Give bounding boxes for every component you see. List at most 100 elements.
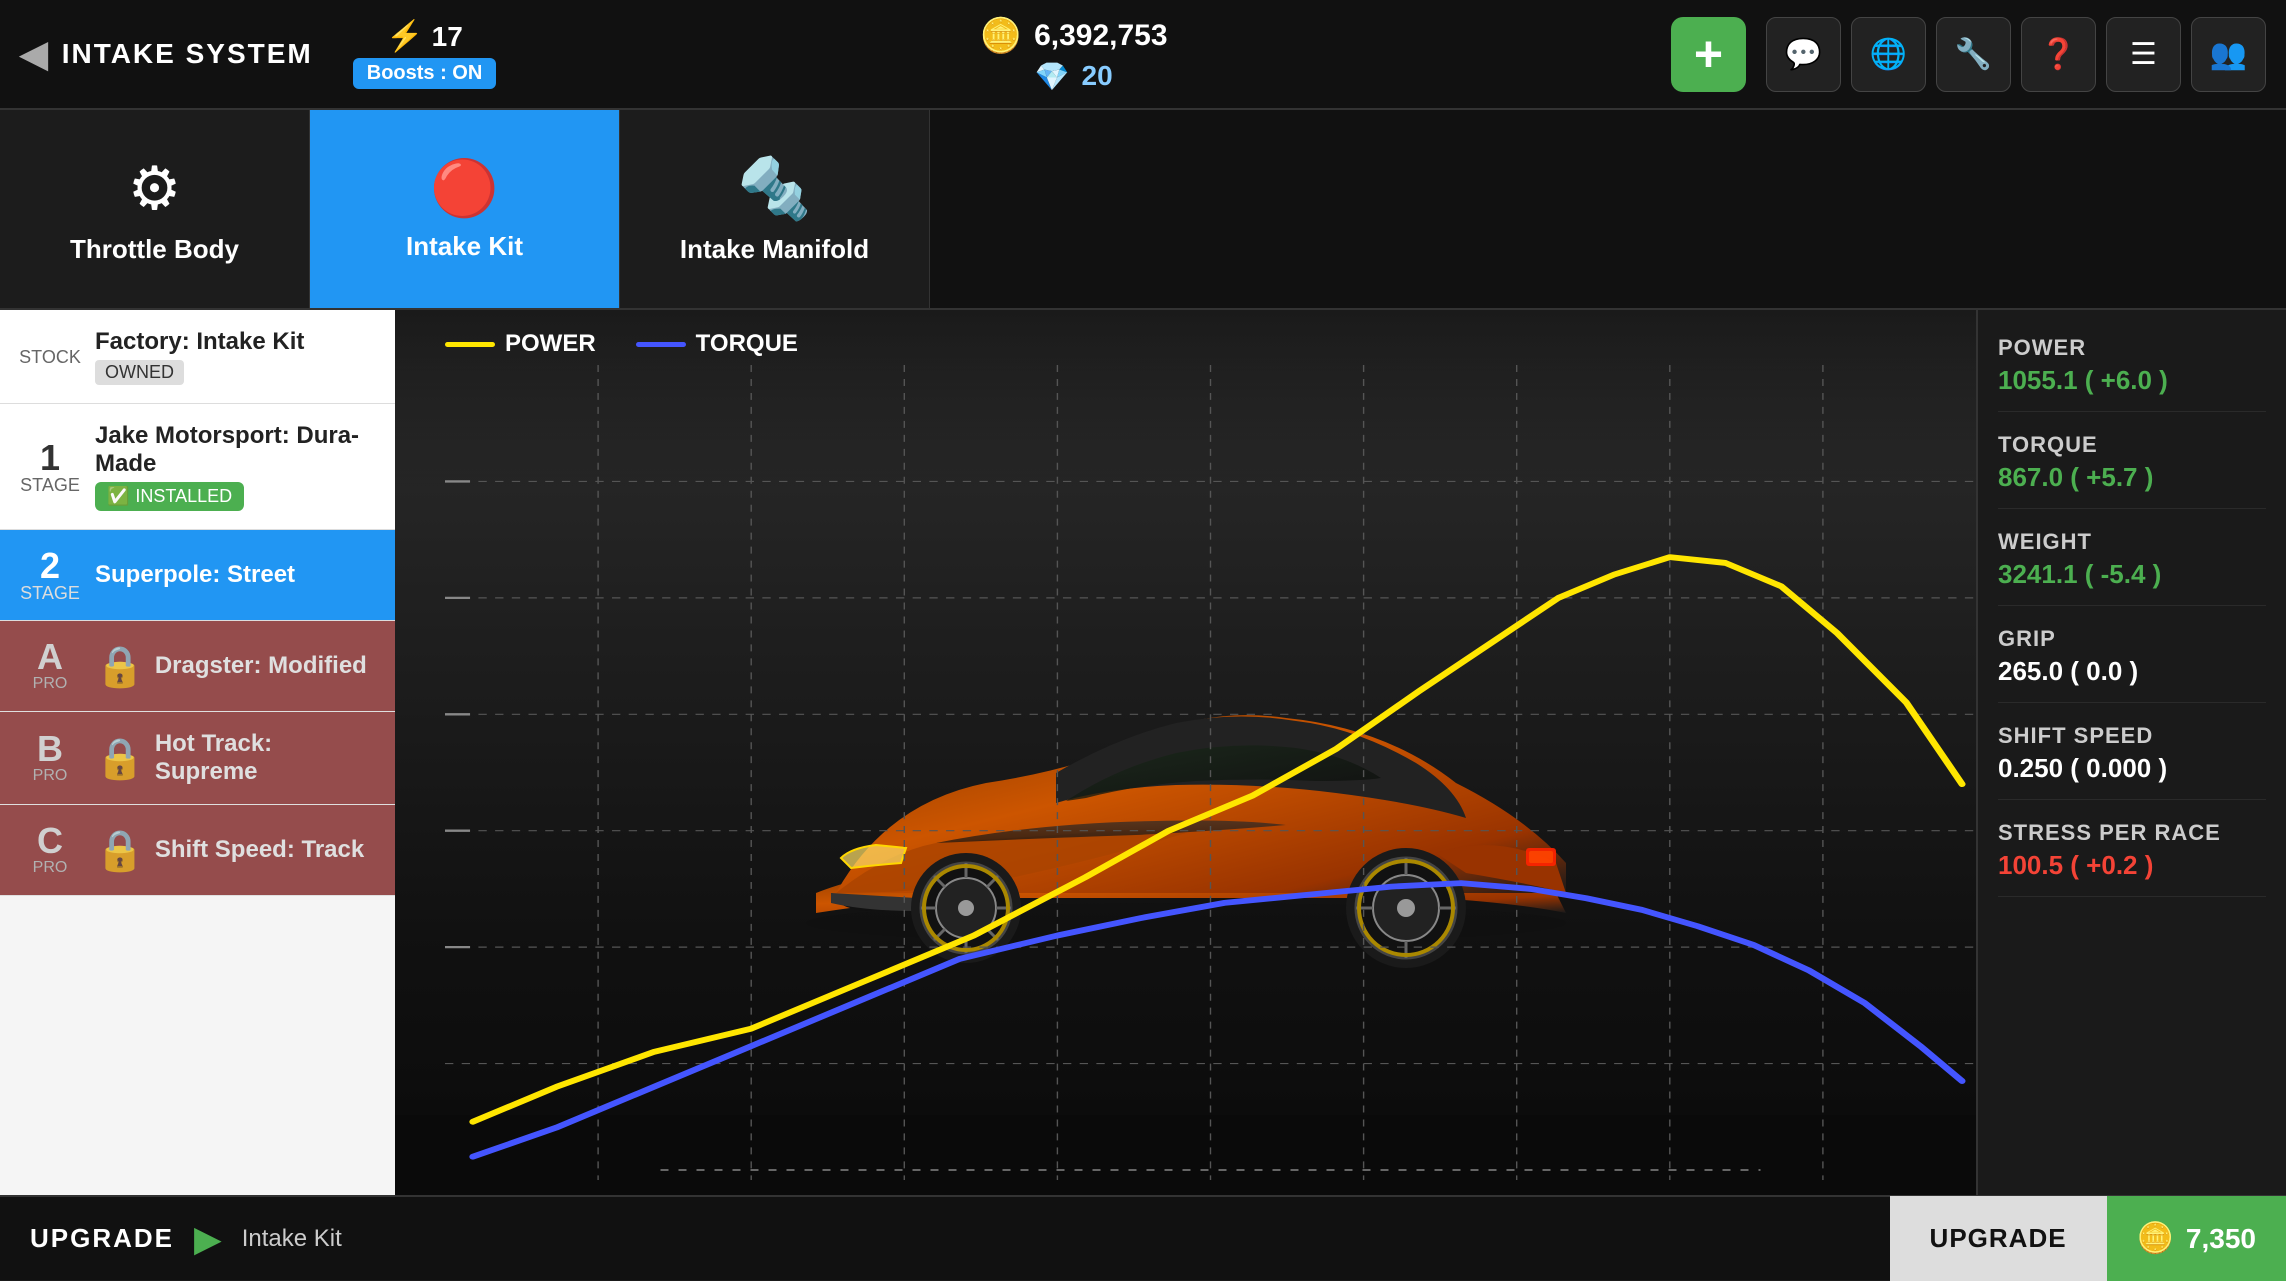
gem-row: 💎 20 — [1035, 60, 1113, 93]
upgrade-name-stage2: Superpole: Street — [95, 561, 375, 589]
gem-value: 20 — [1082, 60, 1113, 92]
stagea-label: A PRO — [20, 639, 80, 693]
boosts-badge[interactable]: Boosts : ON — [353, 58, 497, 89]
torque-legend-label: TORQUE — [696, 330, 798, 358]
upgrade-item-stock[interactable]: STOCK Factory: Intake Kit OWNED — [0, 310, 395, 404]
add-currency-button[interactable]: + — [1671, 17, 1746, 92]
main-content: STOCK Factory: Intake Kit OWNED 1 STAGE … — [0, 310, 2286, 1195]
stageb-label: B PRO — [20, 731, 80, 785]
graph-legend: POWER TORQUE — [445, 330, 798, 358]
checkmark-icon: ✅ — [107, 486, 129, 507]
gem-icon: 💎 — [1035, 60, 1070, 93]
power-legend-line — [445, 342, 495, 347]
menu-icon-button[interactable]: ☰ — [2106, 17, 2181, 92]
upgrade-action-button[interactable]: UPGRADE — [1890, 1196, 2107, 1281]
upgrade-name-stage1: Jake Motorsport: Dura-Made — [95, 422, 375, 478]
stagec-pro: PRO — [33, 859, 68, 877]
back-button[interactable]: ◀ INTAKE SYSTEM — [20, 33, 313, 75]
stat-grip-value: 265.0 ( 0.0 ) — [1998, 656, 2266, 687]
x-axis — [445, 1160, 1976, 1180]
lock-icon-b: 🔒 — [95, 735, 145, 782]
players-icon-button[interactable]: 👥 — [2191, 17, 2266, 92]
stat-grip-label: GRIP — [1998, 626, 2266, 652]
stat-weight: WEIGHT 3241.1 ( -5.4 ) — [1998, 529, 2266, 606]
stat-weight-value: 3241.1 ( -5.4 ) — [1998, 559, 2266, 590]
chat-icon-button[interactable]: 💬 — [1766, 17, 1841, 92]
tab-intake-manifold-label: Intake Manifold — [680, 234, 869, 265]
help-icon-button[interactable]: ❓ — [2021, 17, 2096, 92]
upgrade-name-stageb: Hot Track: Supreme — [155, 730, 375, 786]
stat-shift-speed-value: 0.250 ( 0.000 ) — [1998, 753, 2266, 784]
upgrade-name-stagec: Shift Speed: Track — [155, 836, 375, 864]
stat-torque-label: TORQUE — [1998, 432, 2266, 458]
bottom-kit-name: Intake Kit — [242, 1225, 342, 1253]
throttle-body-icon: ⚙ — [128, 154, 182, 224]
stage2-label: 2 STAGE — [20, 548, 80, 602]
upgrade-item-stageb[interactable]: B PRO 🔒 Hot Track: Supreme — [0, 712, 395, 805]
wrench-icon-button[interactable]: 🔧 — [1936, 17, 2011, 92]
upgrade-info-stagea: Dragster: Modified — [155, 652, 375, 680]
torque-legend: TORQUE — [636, 330, 798, 358]
torque-legend-line — [636, 342, 686, 347]
price-coin-icon: 🪙 — [2137, 1221, 2174, 1256]
globe-icon-button[interactable]: 🌐 — [1851, 17, 1926, 92]
intake-kit-icon: 🔴 — [430, 156, 498, 221]
stat-power-value: 1055.1 ( +6.0 ) — [1998, 365, 2266, 396]
power-legend: POWER — [445, 330, 596, 358]
upgrade-item-stagea[interactable]: A PRO 🔒 Dragster: Modified — [0, 621, 395, 712]
stat-stress-value: 100.5 ( +0.2 ) — [1998, 850, 2266, 881]
stat-stress-label: STRESS PER RACE — [1998, 820, 2266, 846]
car-area: POWER TORQUE — [395, 310, 1976, 1195]
intake-manifold-icon: 🔩 — [737, 153, 812, 224]
tab-throttle-body[interactable]: ⚙ Throttle Body — [0, 110, 310, 308]
stageb-pro: PRO — [33, 767, 68, 785]
price-value: 7,350 — [2186, 1223, 2256, 1255]
upgrade-item-stage2[interactable]: 2 STAGE Superpole: Street — [0, 530, 395, 621]
stagea-pro: PRO — [33, 675, 68, 693]
price-button[interactable]: 🪙 7,350 — [2107, 1196, 2286, 1281]
upgrade-item-stagec[interactable]: C PRO 🔒 Shift Speed: Track — [0, 805, 395, 896]
header-icons: 💬 🌐 🔧 ❓ ☰ 👥 — [1766, 17, 2266, 92]
upgrade-list: STOCK Factory: Intake Kit OWNED 1 STAGE … — [0, 310, 395, 1195]
upgrade-item-stage1[interactable]: 1 STAGE Jake Motorsport: Dura-Made ✅ INS… — [0, 404, 395, 530]
stat-stress: STRESS PER RACE 100.5 ( +0.2 ) — [1998, 820, 2266, 897]
page-title: INTAKE SYSTEM — [62, 38, 313, 70]
stock-owned-label: OWNED — [95, 360, 184, 385]
lock-icon-c: 🔒 — [95, 827, 145, 874]
power-legend-label: POWER — [505, 330, 596, 358]
lock-icon-a: 🔒 — [95, 643, 145, 690]
stage2-text: STAGE — [20, 584, 80, 602]
stat-torque-value: 867.0 ( +5.7 ) — [1998, 462, 2266, 493]
stats-panel: POWER 1055.1 ( +6.0 ) TORQUE 867.0 ( +5.… — [1976, 310, 2286, 1195]
tab-bar: ⚙ Throttle Body 🔴 Intake Kit 🔩 Intake Ma… — [0, 110, 2286, 310]
currency-row: 🪙 6,392,753 — [980, 16, 1168, 56]
stock-stage-label: STOCK — [20, 348, 80, 366]
upgrade-info-stageb: Hot Track: Supreme — [155, 730, 375, 786]
stage2-num: 2 — [40, 548, 60, 584]
tab-throttle-body-label: Throttle Body — [70, 234, 239, 265]
play-arrow-icon: ▶ — [194, 1218, 222, 1260]
installed-label: INSTALLED — [135, 486, 232, 507]
tab-intake-manifold[interactable]: 🔩 Intake Manifold — [620, 110, 930, 308]
coin-icon: 🪙 — [980, 16, 1022, 56]
stat-grip: GRIP 265.0 ( 0.0 ) — [1998, 626, 2266, 703]
upgrade-bottom-label: UPGRADE — [30, 1223, 174, 1254]
tab-intake-kit-label: Intake Kit — [406, 231, 523, 262]
stat-power: POWER 1055.1 ( +6.0 ) — [1998, 335, 2266, 412]
header-center: 🪙 6,392,753 💎 20 — [496, 16, 1651, 93]
upgrade-info-stage2: Superpole: Street — [95, 561, 375, 589]
energy-block: ⚡ 17 Boosts : ON — [353, 19, 497, 89]
upgrade-name-stock: Factory: Intake Kit — [95, 328, 375, 356]
tab-intake-kit[interactable]: 🔴 Intake Kit — [310, 110, 620, 308]
energy-row: ⚡ 17 — [386, 19, 463, 54]
stagec-label: C PRO — [20, 823, 80, 877]
upgrade-label-area: UPGRADE ▶ Intake Kit — [0, 1218, 1890, 1260]
upgrade-info-stock: Factory: Intake Kit OWNED — [95, 328, 375, 385]
upgrade-name-stagea: Dragster: Modified — [155, 652, 375, 680]
back-arrow-icon: ◀ — [20, 33, 50, 75]
upgrade-info-stage1: Jake Motorsport: Dura-Made ✅ INSTALLED — [95, 422, 375, 511]
stagea-letter: A — [37, 639, 63, 675]
stage1-text: STAGE — [20, 476, 80, 494]
stat-weight-label: WEIGHT — [1998, 529, 2266, 555]
stagec-letter: C — [37, 823, 63, 859]
